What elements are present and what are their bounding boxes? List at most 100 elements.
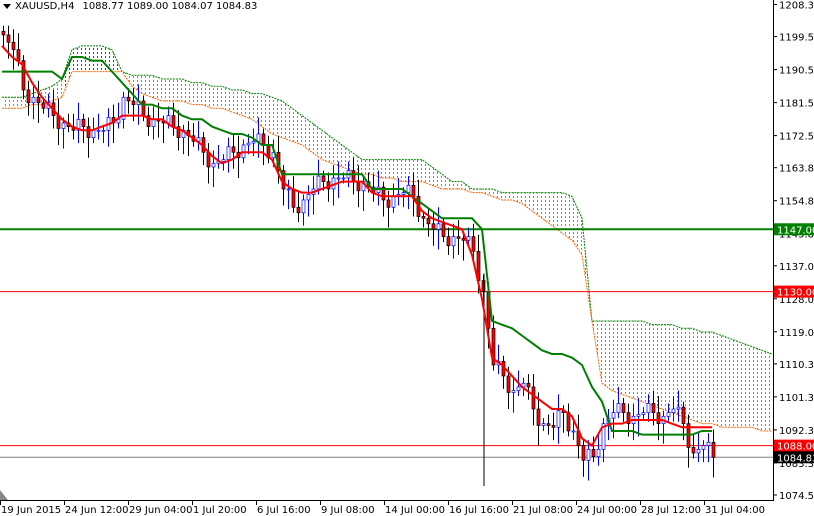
candle-body: [291, 188, 296, 208]
cloud-segment: [72, 45, 82, 72]
y-tick-label: 1119.05: [779, 328, 814, 339]
y-tick-label: 1172.55: [779, 132, 814, 143]
candle: [396, 177, 401, 206]
candle-body: [316, 175, 321, 190]
cloud-segment: [212, 86, 222, 109]
candle-body: [341, 177, 346, 180]
cloud-segment: [692, 328, 702, 424]
candle: [286, 179, 291, 210]
candle-body: [651, 403, 656, 413]
x-tick-label: 28 Jul 12:00: [641, 505, 701, 516]
candle-body: [456, 236, 461, 239]
cloud-segment: [192, 82, 202, 105]
candle-body: [296, 206, 301, 214]
cloud-segment: [442, 174, 452, 189]
time-axis: 19 Jun 2015 24 Jun 12:00 29 Jun 04:00 1 Jul…: [0, 500, 765, 516]
candle: [21, 55, 26, 100]
candle: [426, 209, 431, 237]
y-tick-label: 1154.80: [779, 197, 814, 208]
candle: [501, 355, 506, 389]
candle-body: [441, 223, 446, 237]
cloud-segment: [402, 159, 412, 182]
candle: [296, 190, 301, 222]
candle-body: [166, 115, 171, 124]
cloud-segment: [202, 82, 212, 109]
candle-body: [436, 223, 441, 230]
y-tick-label: 1092.30: [779, 426, 814, 437]
candle: [701, 440, 706, 463]
candle-body: [401, 192, 406, 195]
chart-title: XAUUSD,H4 1088.77 1089.00 1084.07 1084.8…: [3, 1, 257, 12]
candle: [431, 210, 436, 246]
candle-body: [581, 445, 586, 461]
menu-triangle-icon[interactable]: [3, 4, 11, 9]
candle-body: [131, 100, 136, 105]
cloud-segment: [312, 122, 322, 160]
cloud-segment: [562, 192, 572, 241]
candle: [191, 122, 196, 147]
cloud-segment: [322, 130, 332, 164]
cloud-segment: [642, 320, 652, 406]
cloud-segment: [742, 342, 752, 428]
candle-body: [306, 194, 311, 201]
price-tag-label: 1130.00: [777, 288, 814, 299]
candle-body: [641, 412, 646, 415]
candle-body: [386, 199, 391, 208]
candle: [101, 124, 106, 144]
ohlc-label: 1088.77 1089.00 1084.07 1084.83: [82, 1, 258, 12]
candle: [686, 414, 691, 468]
candle-body: [6, 34, 11, 43]
candle-body: [246, 142, 251, 146]
candle-body: [41, 102, 46, 109]
candle-body: [471, 236, 476, 252]
candle-body: [96, 129, 101, 132]
y-tick-label: 1137.05: [779, 262, 814, 273]
y-tick-label: 1181.55: [779, 99, 814, 110]
candle-body: [551, 425, 556, 428]
cloud-segment: [232, 89, 242, 116]
candle: [631, 403, 636, 441]
cloud-segment: [612, 320, 622, 395]
candle: [336, 161, 341, 199]
candle-body: [91, 129, 96, 138]
candle-body: [461, 238, 466, 241]
candle: [196, 121, 201, 151]
candle: [601, 418, 606, 463]
candle-body: [706, 441, 711, 446]
cloud-segment: [662, 324, 672, 413]
candle-body: [646, 403, 651, 413]
candle-body: [531, 386, 536, 410]
candle-body: [511, 390, 516, 393]
candle: [551, 412, 556, 441]
scroll-corner-icon: [0, 490, 8, 500]
candle: [216, 144, 221, 169]
candle-body: [251, 140, 256, 144]
candle-body: [81, 118, 86, 127]
candle: [26, 80, 31, 116]
candle: [111, 104, 116, 144]
candle-body: [701, 445, 706, 450]
y-tick-label: 1074.55: [779, 491, 814, 502]
candle: [636, 397, 641, 437]
cloud-segment: [762, 350, 772, 431]
candle: [526, 374, 531, 400]
candle-body: [451, 236, 456, 247]
candle: [541, 418, 546, 431]
candle-body: [426, 217, 431, 225]
price-chart[interactable]: 1208.30 1199.55 1190.55 1181.55 1172.55 1163.…: [0, 0, 814, 516]
cloud-segment: [252, 93, 262, 127]
candle-body: [301, 199, 306, 214]
candle-body: [421, 216, 426, 219]
candle: [301, 194, 306, 226]
x-tick-label: 1 Jul 20:00: [193, 505, 247, 516]
x-tick-label: 9 Jul 08:00: [321, 505, 375, 516]
candle-body: [406, 184, 411, 193]
candle: [206, 143, 211, 184]
symbol-label: XAUUSD,H4: [15, 1, 75, 12]
candle-body: [101, 129, 106, 132]
cloud-segment: [292, 108, 302, 145]
cloud-segment: [392, 159, 402, 182]
cloud-segment: [732, 339, 742, 428]
x-tick-label: 29 Jun 04:00: [129, 505, 193, 516]
candle: [261, 128, 266, 166]
